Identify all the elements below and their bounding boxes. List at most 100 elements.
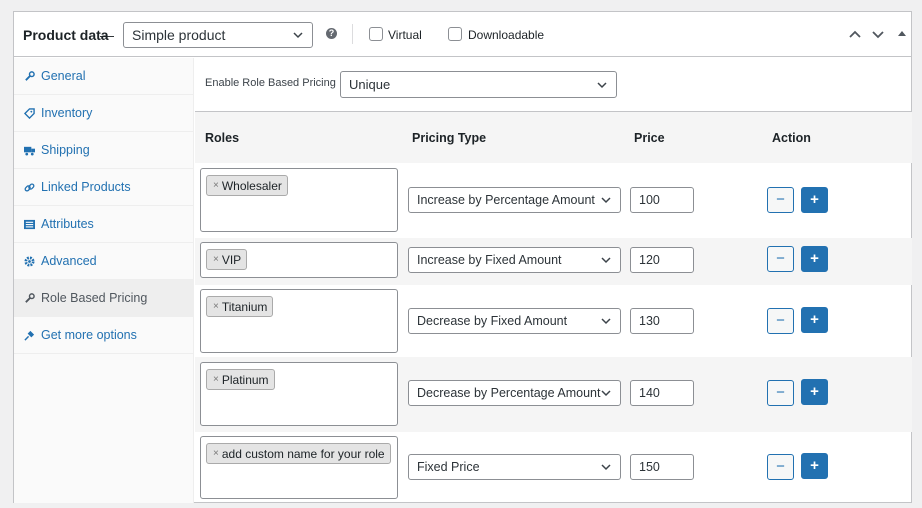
pricing-type-select[interactable]: Decrease by Percentage Amount [408, 380, 621, 406]
pricing-type-select[interactable]: Decrease by Fixed Amount [408, 308, 621, 334]
add-row-button[interactable]: + [801, 187, 828, 213]
virtual-checkbox[interactable] [369, 27, 383, 41]
panel-header: Product data — Simple product ? Virtual … [14, 12, 911, 57]
roles-select[interactable]: × VIP [200, 242, 398, 278]
roles-select[interactable]: × Wholesaler [200, 168, 398, 232]
role-tag-label: Platinum [221, 372, 269, 387]
add-row-button[interactable]: + [801, 379, 828, 405]
pricing-type-select[interactable]: Fixed Price [408, 454, 621, 480]
header-roles: Roles [205, 131, 240, 145]
tab-linked-products[interactable]: Linked Products [14, 169, 194, 206]
roles-select[interactable]: × Platinum [200, 362, 398, 426]
table-row: × Titanium Decrease by Fixed Amount 130 −… [195, 285, 912, 357]
roles-select[interactable]: × Titanium [200, 289, 398, 353]
tab-label: Inventory [41, 106, 93, 120]
add-row-button[interactable]: + [801, 307, 828, 333]
price-input[interactable]: 130 [630, 308, 694, 334]
header-divider [352, 24, 353, 44]
chevron-down-icon [293, 32, 303, 39]
tab-label: Shipping [41, 143, 90, 157]
link-icon [24, 182, 35, 192]
price-input[interactable]: 140 [630, 380, 694, 406]
role-tag: × Wholesaler [206, 175, 288, 196]
tab-label: Linked Products [41, 180, 131, 194]
table-row: × add custom name for your role Fixed Pri… [195, 432, 912, 504]
collapse-toggle-icon[interactable] [895, 27, 909, 41]
chevron-down-icon [601, 257, 611, 264]
remove-role-icon[interactable]: × [213, 180, 219, 191]
roles-select[interactable]: × add custom name for your role [200, 436, 398, 499]
role-tag: × Platinum [206, 369, 275, 390]
panel-title: Product data [23, 27, 109, 43]
remove-row-button[interactable]: − [767, 308, 794, 334]
wrench-icon [25, 70, 35, 81]
tab-inventory[interactable]: Inventory [14, 95, 194, 132]
downloadable-label: Downloadable [468, 28, 545, 42]
product-type-value: Simple product [132, 27, 226, 43]
chevron-down-icon [597, 81, 607, 88]
tag-icon [24, 107, 35, 119]
chevron-down-icon [601, 197, 611, 204]
tab-general[interactable]: General [14, 58, 194, 95]
downloadable-checkbox[interactable] [448, 27, 462, 41]
role-tag-label: Titanium [221, 299, 268, 314]
chevron-down-icon [601, 390, 611, 397]
pricing-type-value: Fixed Price [417, 460, 480, 474]
remove-role-icon[interactable]: × [213, 448, 219, 459]
tab-label: General [41, 69, 86, 83]
role-tag-label: VIP [221, 252, 242, 267]
pricing-type-value: Decrease by Percentage Amount [417, 386, 601, 400]
wrench-icon [25, 292, 35, 303]
add-row-button[interactable]: + [801, 246, 828, 272]
truck-icon [24, 146, 35, 156]
tab-label: Advanced [41, 254, 97, 268]
remove-role-icon[interactable]: × [213, 374, 219, 385]
role-pricing-content: Enable Role Based Pricing Unique Roles P… [195, 58, 912, 503]
table-row: × Platinum Decrease by Percentage Amount … [195, 357, 912, 432]
tab-attributes[interactable]: Attributes [14, 206, 194, 243]
price-input[interactable]: 120 [630, 247, 694, 273]
tab-shipping[interactable]: Shipping [14, 132, 194, 169]
role-tag-label: add custom name for your role [221, 446, 385, 461]
remove-role-icon[interactable]: × [213, 301, 219, 312]
tab-label: Role Based Pricing [41, 291, 148, 305]
product-data-panel: Product data — Simple product ? Virtual … [13, 11, 912, 503]
tab-advanced[interactable]: Advanced [14, 243, 194, 280]
pricing-type-value: Decrease by Fixed Amount [417, 314, 568, 328]
price-input[interactable]: 150 [630, 454, 694, 480]
product-type-select[interactable]: Simple product [123, 22, 313, 48]
chevron-down-icon [601, 464, 611, 471]
help-icon[interactable]: ? [326, 28, 337, 39]
role-tag-label: Wholesaler [221, 178, 282, 193]
table-row: × VIP Increase by Fixed Amount 120 − + [195, 238, 912, 285]
role-tag: × add custom name for your role [206, 443, 391, 464]
list-icon [24, 219, 35, 229]
move-down-icon[interactable] [871, 27, 885, 41]
remove-row-button[interactable]: − [767, 246, 794, 272]
product-data-tabs: General Inventory Shipping Linked Produc… [14, 58, 194, 503]
pricing-type-select[interactable]: Increase by Percentage Amount [408, 187, 621, 213]
enable-role-pricing-select[interactable]: Unique [340, 71, 617, 98]
price-input[interactable]: 100 [630, 187, 694, 213]
move-up-icon[interactable] [848, 27, 862, 41]
tab-label: Attributes [41, 217, 94, 231]
role-tag: × Titanium [206, 296, 274, 317]
role-pricing-table: Roles Pricing Type Price Action × Wholesa… [195, 111, 912, 503]
tab-get-more-options[interactable]: Get more options [14, 317, 194, 354]
remove-role-icon[interactable]: × [213, 254, 219, 265]
table-header: Roles Pricing Type Price Action [195, 112, 912, 163]
tab-label: Get more options [41, 328, 137, 342]
header-price: Price [634, 131, 665, 145]
add-row-button[interactable]: + [801, 453, 828, 479]
enable-role-pricing-label: Enable Role Based Pricing [205, 77, 336, 89]
pricing-type-value: Increase by Fixed Amount [417, 253, 562, 267]
header-pricing-type: Pricing Type [412, 131, 487, 145]
remove-row-button[interactable]: − [767, 454, 794, 480]
pricing-type-select[interactable]: Increase by Fixed Amount [408, 247, 621, 273]
title-dash: — [100, 27, 114, 43]
remove-row-button[interactable]: − [767, 380, 794, 406]
remove-row-button[interactable]: − [767, 187, 794, 213]
tab-role-based-pricing[interactable]: Role Based Pricing [14, 280, 194, 317]
gear-icon [24, 255, 35, 267]
enable-role-pricing-value: Unique [349, 77, 391, 92]
